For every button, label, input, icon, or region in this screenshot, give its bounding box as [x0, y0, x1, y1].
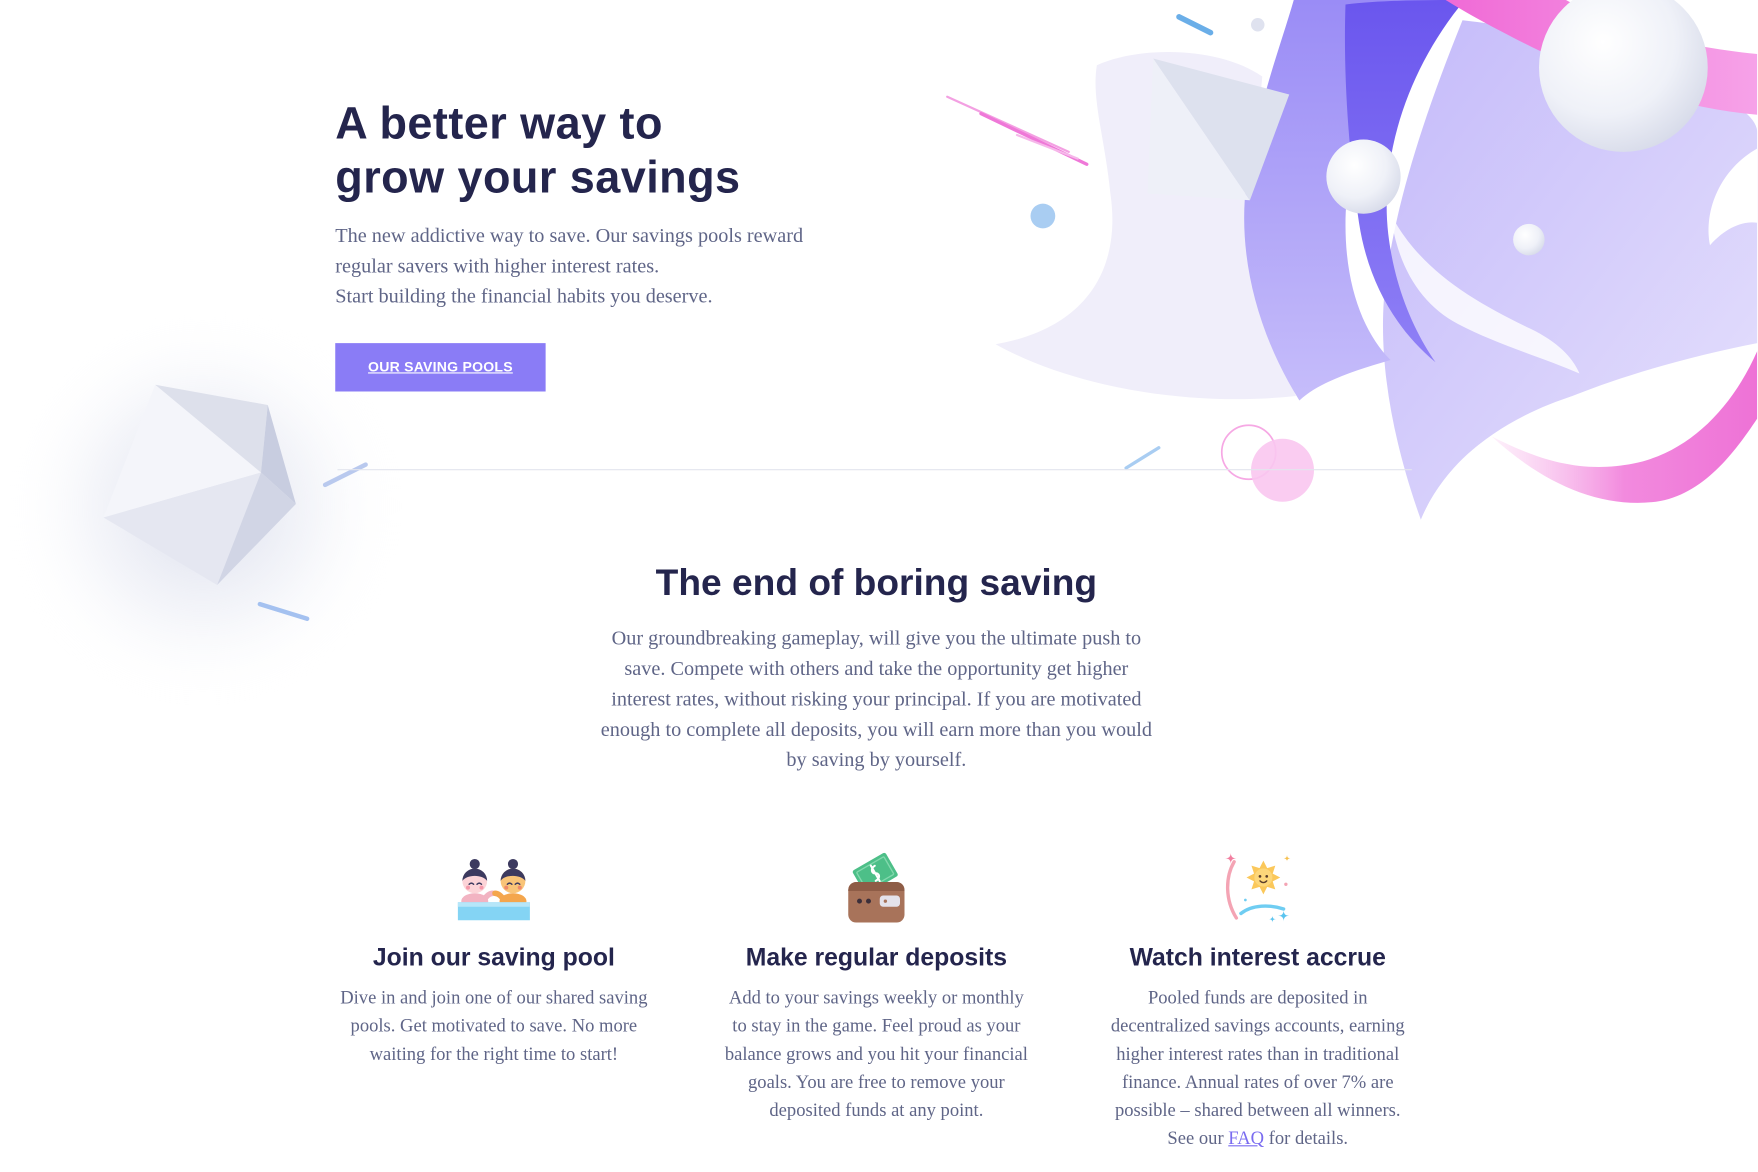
- landing-page: A better way to grow your savings The ne…: [0, 0, 1758, 1171]
- wallet-button: [883, 899, 888, 903]
- blue-arc: [1239, 904, 1286, 916]
- right-swimmer-bun: [507, 858, 519, 870]
- feature-description-line: Add to your savings weekly or monthly: [728, 986, 1024, 1008]
- feature-description-line: possible – shared between all winners.: [1114, 1099, 1401, 1121]
- wallet-top: [848, 882, 905, 891]
- hero-title: A better way to grow your savings: [335, 97, 740, 205]
- blue-dot: [1244, 898, 1247, 902]
- wallet-eye: [866, 898, 871, 904]
- section-description-line: save. Compete with others and take the o…: [624, 657, 1129, 680]
- pink-streak: [946, 95, 1070, 153]
- star-center: [1254, 868, 1273, 887]
- feature-join-pool: Join our saving pool Dive in and join on…: [303, 851, 686, 1068]
- faq-suffix: for details.: [1264, 1127, 1349, 1149]
- section-description-line: by saving by yourself.: [786, 748, 967, 771]
- blush: [504, 885, 509, 890]
- feature-description: Dive in and join one of our shared savin…: [303, 983, 686, 1067]
- small-sphere: [1513, 223, 1545, 256]
- feature-description-line: finance. Annual rates of over 7% are: [1121, 1071, 1394, 1093]
- wallet-clasp: [879, 895, 900, 907]
- hero-subtitle-line: Start building the financial habits you …: [335, 284, 713, 308]
- section-description-line: enough to complete all deposits, you wil…: [600, 717, 1152, 741]
- blush: [465, 885, 471, 890]
- hero-title-line: grow your savings: [335, 153, 741, 203]
- feature-description-line: waiting for the right time to start!: [369, 1042, 619, 1065]
- feature-title: Join our saving pool: [372, 942, 615, 971]
- medium-sphere: [1326, 139, 1401, 214]
- feature-description-line: to stay in the game. Feel proud as your: [732, 1014, 1021, 1037]
- section-title: The end of boring saving: [655, 561, 1098, 603]
- star-eye: [1265, 875, 1269, 878]
- blue-sparkle: [1278, 910, 1290, 922]
- gray-dot: [1251, 18, 1265, 32]
- feature-description: Pooled funds are deposited in decentrali…: [1067, 983, 1450, 1152]
- feature-description-line: pools. Get motivated to save. No more: [350, 1014, 638, 1037]
- pink-bubble: [1251, 438, 1314, 502]
- section-description-line: Our groundbreaking gameplay, will give y…: [611, 626, 1142, 650]
- blush: [517, 885, 522, 890]
- blue-streak: [1176, 14, 1214, 36]
- faq-link[interactable]: FAQ: [1228, 1127, 1264, 1148]
- right-arm: [492, 890, 507, 903]
- feature-description-line: goals. You are free to remove your: [748, 1071, 1005, 1093]
- hero-subtitle: The new addictive way to save. Our savin…: [335, 221, 803, 312]
- feature-title: Watch interest accrue: [1129, 942, 1386, 971]
- saving-pools-button[interactable]: OUR SAVING POOLS: [335, 343, 546, 392]
- feature-description-line: decentralized savings accounts, earning: [1110, 1014, 1405, 1037]
- left-swimmer-bun: [469, 858, 480, 870]
- sparkle-star-icon: [1225, 852, 1291, 923]
- wallet-icon: [848, 852, 905, 923]
- feature-regular-deposits: Make regular deposits Add to your saving…: [685, 851, 1068, 1124]
- feature-interest-accrue: Watch interest accrue Pooled funds are d…: [1067, 851, 1450, 1153]
- pool-water-surface: [457, 902, 530, 907]
- yellow-sparkle: [1283, 855, 1291, 862]
- hero-subtitle-line: regular savers with higher interest rate…: [335, 254, 660, 277]
- feature-title: Make regular deposits: [745, 942, 1008, 971]
- pink-dot: [1284, 882, 1288, 886]
- hero-title-line: A better way to: [335, 99, 663, 149]
- blue-streak: [1124, 446, 1161, 470]
- blue-sparkle: [1269, 915, 1276, 923]
- feature-description-line: Pooled funds are deposited in: [1147, 986, 1368, 1008]
- wallet-eye: [857, 898, 862, 904]
- faq-prefix: See our: [1167, 1127, 1229, 1149]
- hero-subtitle-line: The new addictive way to save. Our savin…: [335, 223, 804, 247]
- blush: [479, 885, 484, 890]
- feature-description-line: balance grows and you hit your financial: [724, 1042, 1028, 1065]
- blue-dot: [1030, 203, 1056, 229]
- feature-description-line: Dive in and join one of our shared savin…: [340, 986, 648, 1008]
- section-divider: [337, 469, 1412, 471]
- feature-description-line: higher interest rates than in traditiona…: [1116, 1042, 1400, 1065]
- feature-description-line: deposited funds at any point.: [769, 1099, 984, 1121]
- section-description-line: interest rates, without risking your pri…: [611, 687, 1142, 710]
- star-eye: [1258, 875, 1262, 878]
- feature-description: Add to your savings weekly or monthly to…: [685, 983, 1068, 1124]
- pink-arc: [1225, 860, 1239, 920]
- swimmers-icon: [457, 858, 530, 921]
- section-description: Our groundbreaking gameplay, will give y…: [483, 623, 1271, 775]
- faq-line: See our FAQ for details.: [1067, 1124, 1450, 1152]
- pink-streaks: [946, 95, 1089, 166]
- left-arm: [480, 890, 496, 903]
- pink-streak: [1015, 133, 1079, 160]
